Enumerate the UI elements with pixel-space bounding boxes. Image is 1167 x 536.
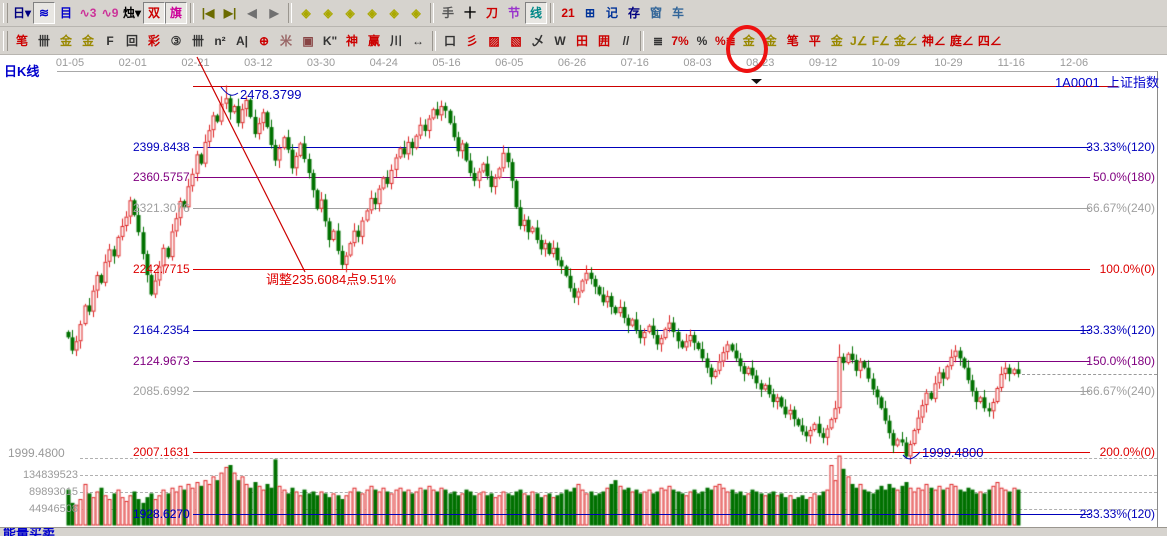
level-price-label: 2164.2354 <box>133 323 190 337</box>
low-price-annotation: 1999.4800 <box>922 445 983 460</box>
volume-tick-label: 89893015 <box>6 486 78 498</box>
kline-type-label: 日K线 <box>4 61 39 80</box>
level-price-label: 2321.3076 <box>133 201 190 215</box>
volume-tick-label: 44946508 <box>6 503 78 515</box>
symbol-label: 1A0001 上证指数 <box>1055 72 1159 91</box>
retrace-note-annotation: 调整235.6084点9.51% <box>266 269 396 288</box>
peak-price-annotation: 2478.3799 <box>240 87 301 102</box>
level-percent-label: 50.0%(180) <box>1065 170 1155 184</box>
level-percent-label: 100.0%(0) <box>1065 262 1155 276</box>
level-price-label: 2399.8438 <box>133 140 190 154</box>
level-price-label: 2242.7715 <box>133 262 190 276</box>
percent-level-line[interactable] <box>193 514 1090 515</box>
level-price-label: 1928.6270 <box>133 507 190 521</box>
highlight-circle-annotation <box>726 25 768 73</box>
level-percent-label: 33.33%(120) <box>1065 140 1155 154</box>
level-percent-label: 233.33%(120) <box>1065 507 1155 521</box>
price-axis-min-label: 1999.4800 <box>8 446 65 460</box>
volume-tick-label: 134839523 <box>6 469 78 481</box>
level-percent-label: 66.67%(240) <box>1065 201 1155 215</box>
trading-app-window: 日▾≋目∿3∿9烛▾双旗|◀▶|◀▶◈◈◈◈◈◈手十刀节线21⊞记存窗车 笔卌金… <box>0 0 1167 535</box>
level-price-label: 2007.1631 <box>133 445 190 459</box>
level-percent-label: 133.33%(120) <box>1065 323 1155 337</box>
level-price-label: 2085.6992 <box>133 384 190 398</box>
level-price-label: 2124.9673 <box>133 354 190 368</box>
level-percent-label: 150.0%(180) <box>1065 354 1155 368</box>
level-percent-label: 200.0%(0) <box>1065 445 1155 459</box>
level-percent-label: 166.67%(240) <box>1065 384 1155 398</box>
level-price-label: 2360.5757 <box>133 170 190 184</box>
